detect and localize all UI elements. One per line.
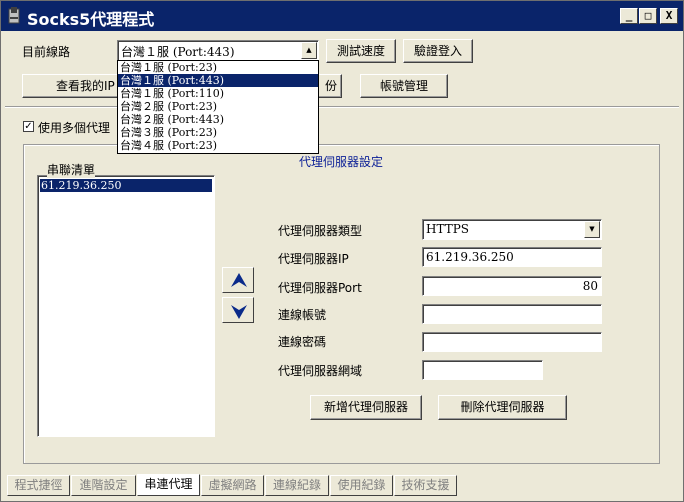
proxy-port-value: 80 [582,279,598,293]
move-down-button[interactable] [222,297,254,323]
proxy-port-input[interactable]: 80 [422,276,602,296]
username-input[interactable] [422,304,602,324]
maximize-icon: □ [644,9,652,22]
close-button[interactable]: X [660,8,678,24]
username-label: 連線帳號 [278,308,327,322]
delete-proxy-button[interactable]: 刪除代理伺服器 [438,395,567,420]
main-window: Socks5代理程式 _ □ X 目前線路 台灣１服 (Port:443) ▲ … [0,0,684,502]
proxy-domain-label: 代理伺服器網域 [278,364,363,378]
arrow-down-icon [231,305,247,319]
proxy-domain-input[interactable] [422,360,543,380]
arrow-up-icon [231,273,247,287]
tab-virtual-network[interactable]: 虛擬網路 [201,475,264,496]
proxy-ip-label: 代理伺服器IP [278,252,349,266]
verify-login-button[interactable]: 驗證登入 [403,39,473,63]
window-title: Socks5代理程式 [27,10,155,29]
tab-advanced-settings[interactable]: 進階設定 [71,475,136,496]
route-label: 目前線路 [22,45,71,59]
proxy-type-select[interactable]: HTTPS ▼ [422,219,602,240]
tab-program-shortcut[interactable]: 程式捷徑 [7,475,70,496]
tab-usage-log[interactable]: 使用紀錄 [330,475,393,496]
minimize-icon: _ [625,9,633,22]
dropdown-option[interactable]: 台灣３服 (Port:23) [118,126,318,139]
title-bar[interactable]: Socks5代理程式 _ □ X [1,1,683,31]
password-label: 連線密碼 [278,335,327,349]
close-icon: X [665,9,673,22]
dropdown-option[interactable]: 台灣２服 (Port:23) [118,100,318,113]
list-item[interactable]: 61.219.36.250 [40,179,212,192]
separator [5,106,679,108]
dropdown-option[interactable]: 台灣１服 (Port:23) [118,61,318,74]
dropdown-option[interactable]: 台灣１服 (Port:110) [118,87,318,100]
proxy-type-value: HTTPS [426,222,469,236]
proxy-ip-input[interactable]: 61.219.36.250 [422,247,602,267]
maximize-button[interactable]: □ [639,8,657,24]
dropdown-option[interactable]: 台灣４服 (Port:23) [118,139,318,152]
tab-tech-support[interactable]: 技術支援 [394,475,457,496]
add-proxy-button[interactable]: 新增代理伺服器 [310,395,422,420]
chevron-down-icon[interactable]: ▼ [584,221,600,238]
hidden-button-suffix: 份 [325,79,338,93]
proxy-port-label: 代理伺服器Port [278,281,362,295]
route-select[interactable]: 台灣１服 (Port:443) ▲ [117,40,319,61]
dropdown-option-selected[interactable]: 台灣１服 (Port:443) [118,74,318,87]
account-management-button[interactable]: 帳號管理 [360,74,448,98]
move-up-button[interactable] [222,267,254,293]
chevron-up-icon[interactable]: ▲ [301,42,317,59]
app-icon [8,7,20,24]
multi-proxy-label: 使用多個代理 [38,121,111,135]
tab-chain-proxy[interactable]: 串連代理 [137,474,200,496]
dropdown-option[interactable]: 台灣２服 (Port:443) [118,113,318,126]
password-input[interactable] [422,332,602,352]
tab-connection-log[interactable]: 連線紀錄 [265,475,329,496]
route-dropdown-list[interactable]: 台灣１服 (Port:23) 台灣１服 (Port:443) 台灣１服 (Por… [117,60,319,154]
route-select-value: 台灣１服 (Port:443) [121,45,235,59]
proxy-ip-value: 61.219.36.250 [426,250,514,264]
test-speed-button[interactable]: 測試速度 [326,39,396,63]
minimize-button[interactable]: _ [620,8,638,24]
proxy-settings-title: 代理伺服器設定 [299,155,384,169]
chain-listbox[interactable]: 61.219.36.250 [37,175,215,437]
chain-list-title: 串聯清單 [47,161,96,178]
multi-proxy-checkbox[interactable]: ✓ [23,121,34,132]
proxy-type-label: 代理伺服器類型 [278,224,363,238]
view-my-ip-label: 查看我的IP [56,79,115,93]
